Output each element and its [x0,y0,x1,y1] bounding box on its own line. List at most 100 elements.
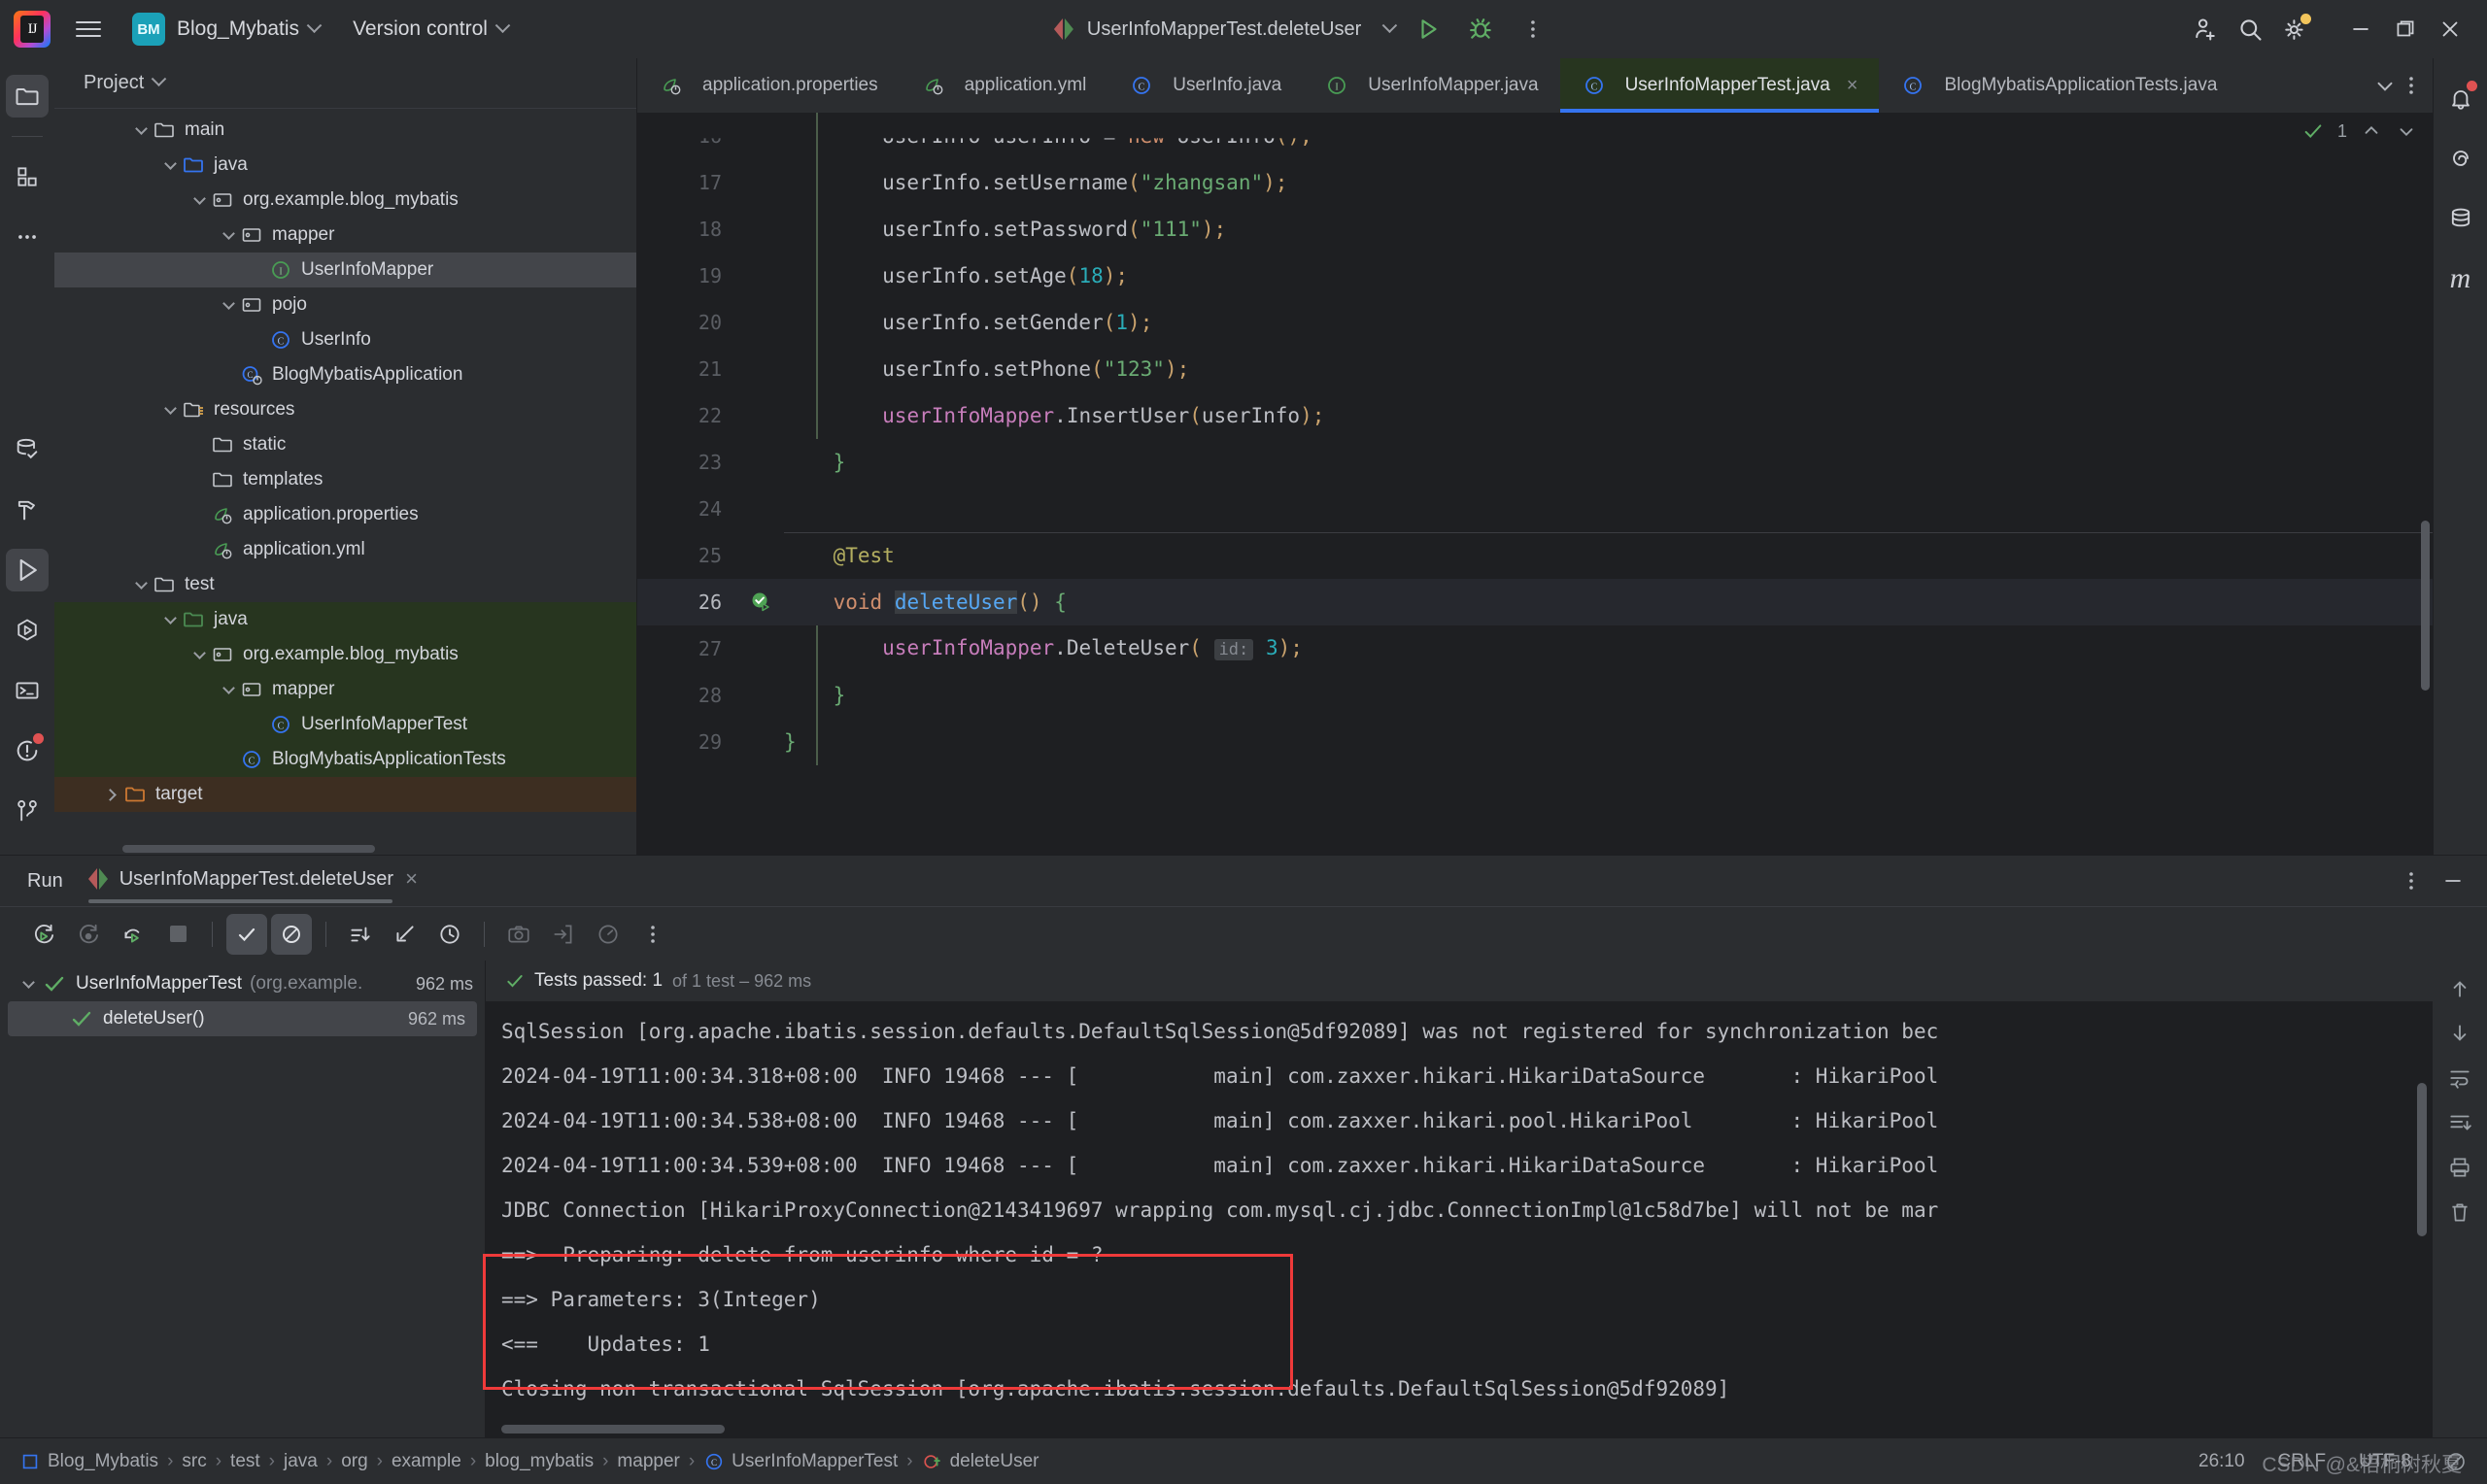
console-text[interactable]: SqlSession [org.apache.ibatis.session.de… [486,1001,2487,1437]
project-tree-item[interactable]: target [54,777,636,812]
code-line[interactable]: 25 @Test [637,532,2433,579]
tree-expand-arrow[interactable] [17,973,39,995]
editor-tab[interactable]: C UserInfoMapperTest.java × [1559,58,1880,113]
editor-vertical-scrollbar[interactable] [2421,521,2430,691]
editor-tab[interactable]: application.yml [900,58,1108,113]
search-icon[interactable] [2231,10,2269,49]
arrow-up-icon[interactable] [2447,976,2472,1001]
project-tree-item[interactable]: java [54,148,636,183]
project-tree-item[interactable]: static [54,427,636,462]
close-icon[interactable]: × [1847,75,1858,97]
project-tree-item[interactable]: mapper [54,672,636,707]
tree-expand-arrow[interactable] [101,784,122,805]
project-tree-item[interactable]: org.example.blog_mybatis [54,637,636,672]
soft-wrap-icon[interactable] [2447,1065,2472,1091]
test-tree-item[interactable]: UserInfoMapperTest (org.example. 962 ms [0,966,485,1001]
maven-tool-window-button[interactable]: m [2439,257,2482,300]
breadcrumb-item[interactable]: deleteUser [922,1451,1039,1472]
tree-expand-arrow[interactable] [188,189,210,211]
database-button[interactable] [2439,197,2482,240]
tree-expand-arrow[interactable] [247,714,268,735]
breadcrumb-item[interactable]: example [392,1451,461,1472]
tree-expand-arrow[interactable] [218,679,239,700]
git-tool-window-button[interactable] [6,790,49,832]
chevron-down-icon[interactable] [1382,17,1398,33]
breadcrumb-item[interactable]: Blog_Mybatis [19,1451,158,1472]
more-options-button[interactable] [632,914,673,955]
project-tree-item[interactable]: main [54,113,636,148]
project-tree-item[interactable]: C UserInfo [54,322,636,357]
breadcrumb-item[interactable]: java [284,1451,318,1472]
editor-tab[interactable]: application.properties [637,58,900,113]
chevron-down-icon[interactable] [151,71,167,87]
tree-expand-arrow[interactable] [218,294,239,316]
project-tree-item[interactable]: application.yml [54,532,636,567]
problems-tool-window-button[interactable] [6,729,49,772]
breadcrumb-item[interactable]: mapper [617,1451,679,1472]
project-tree-item[interactable]: java [54,602,636,637]
close-icon[interactable] [2431,10,2470,49]
maximize-icon[interactable] [2386,10,2425,49]
run-configuration-label[interactable]: UserInfoMapperTest.deleteUser [1087,18,1361,41]
chevron-down-icon[interactable] [2372,73,2398,98]
project-tree-item[interactable]: templates [54,462,636,497]
print-icon[interactable] [2447,1155,2472,1180]
chevron-up-icon[interactable] [2361,120,2382,142]
gutter-marker[interactable] [739,590,784,614]
tree-expand-arrow[interactable] [159,399,181,421]
history-button[interactable] [429,914,470,955]
tree-expand-arrow[interactable] [247,259,268,281]
project-name-label[interactable]: Blog_Mybatis [177,17,323,41]
show-passed-button[interactable] [226,913,267,955]
build-tool-window-button[interactable] [6,489,49,531]
tree-expand-arrow[interactable] [188,504,210,525]
project-tree-item[interactable]: mapper [54,218,636,253]
code-line[interactable]: 21 userInfo.setPhone("123"); [637,346,2433,392]
tree-expand-arrow[interactable] [218,749,239,770]
project-tree-item[interactable]: org.example.blog_mybatis [54,183,636,218]
minimize-icon[interactable] [2440,868,2466,894]
code-line[interactable]: 20 userInfo.setGender(1); [637,299,2433,346]
test-results-tree[interactable]: UserInfoMapperTest (org.example. 962 ms del… [0,961,486,1437]
project-panel-header[interactable]: Project [54,58,636,109]
code-line[interactable]: 27 userInfoMapper.DeleteUser( id: 3); [637,625,2433,672]
breadcrumb-item[interactable]: C UserInfoMapperTest [703,1451,898,1472]
gear-icon[interactable] [2275,10,2314,49]
tree-expand-arrow[interactable] [130,574,152,595]
console-output[interactable]: Tests passed: 1 of 1 test – 962 ms SqlSe… [483,961,2487,1437]
tree-expand-arrow[interactable] [130,119,152,141]
more-tool-windows-button[interactable] [6,216,49,258]
project-tool-window-button[interactable] [6,75,49,118]
code-line[interactable]: 26 void deleteUser() { [637,579,2433,625]
code-line[interactable]: 16 UserInfo userInfo = new UserInfo(); [637,138,2433,159]
tree-expand-arrow[interactable] [218,364,239,386]
editor-tab[interactable]: I UserInfoMapper.java [1303,58,1559,113]
project-tree-item[interactable]: C BlogMybatisApplication [54,357,636,392]
code-line[interactable]: 19 userInfo.setAge(18); [637,253,2433,299]
tree-expand-arrow[interactable] [159,609,181,630]
run-session-tab[interactable]: UserInfoMapperTest.deleteUser × [87,866,418,903]
project-tree-item[interactable]: I UserInfoMapper [54,253,636,287]
test-tree-item[interactable]: deleteUser() 962 ms [8,1001,477,1036]
project-tree-item[interactable]: resources [54,392,636,427]
more-vertical-icon[interactable] [2400,869,2423,893]
more-vertical-icon[interactable] [1514,10,1552,49]
add-user-icon[interactable] [2186,10,2225,49]
console-horizontal-scrollbar[interactable] [501,1425,725,1433]
editor-tab[interactable]: C UserInfo.java [1107,58,1303,113]
code-lines[interactable]: 16 UserInfo userInfo = new UserInfo(); 17… [637,113,2433,765]
tree-expand-arrow[interactable] [218,224,239,246]
tree-expand-arrow[interactable] [188,539,210,560]
breadcrumb-item[interactable]: blog_mybatis [485,1451,594,1472]
run-tool-window-button[interactable] [6,549,49,591]
inspection-widget[interactable]: 1 [2302,120,2417,142]
project-tree[interactable]: main java org.example.blog_mybatis mapper I U… [54,109,636,855]
minimize-icon[interactable] [2341,10,2380,49]
code-line[interactable]: 24 [637,486,2433,532]
expand-collapse-button[interactable] [385,914,426,955]
code-editor[interactable]: 1 16 UserInfo userInfo = new UserInfo();… [637,113,2433,855]
breadcrumb-item[interactable]: src [182,1451,206,1472]
database-tool-window-button[interactable] [6,428,49,471]
editor-tab[interactable]: C BlogMybatisApplicationTests.java [1879,58,2238,113]
project-tree-item[interactable]: application.properties [54,497,636,532]
